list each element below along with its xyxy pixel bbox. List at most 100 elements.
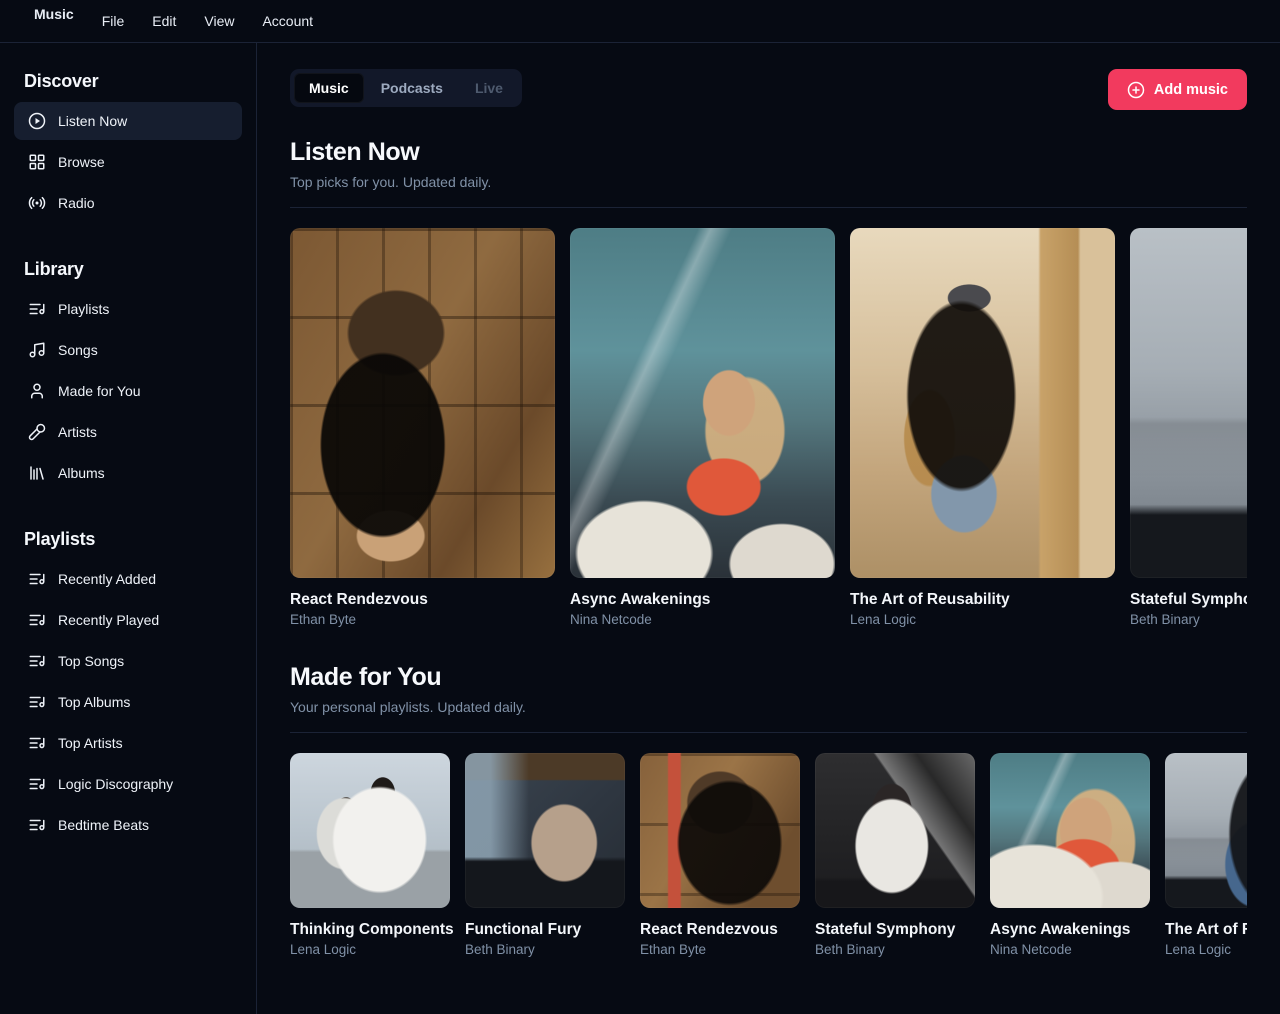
- album-title: The Art of Reusability: [1165, 921, 1247, 939]
- album-card-react-rendezvous[interactable]: React RendezvousEthan Byte: [640, 753, 800, 957]
- sidebar-item-label: Artists: [58, 424, 97, 440]
- sidebar-item-browse[interactable]: Browse: [14, 143, 242, 181]
- separator: [290, 207, 1247, 208]
- sidebar: Discover Listen Now Browse Radio Library Play…: [0, 43, 257, 1014]
- sidebar-item-top-artists[interactable]: Top Artists: [14, 724, 242, 762]
- album-artist: Nina Netcode: [990, 942, 1150, 957]
- add-music-button[interactable]: Add music: [1108, 69, 1247, 110]
- list-music-icon: [28, 570, 46, 588]
- music-note-icon: [28, 341, 46, 359]
- add-music-label: Add music: [1154, 82, 1228, 98]
- made-for-you-section: Made for You Your personal playlists. Up…: [290, 663, 1247, 957]
- menu-item-account[interactable]: Account: [248, 7, 327, 35]
- album-artist: Ethan Byte: [290, 612, 555, 627]
- sidebar-item-recently-added[interactable]: Recently Added: [14, 560, 242, 598]
- tabs-list: MusicPodcastsLive: [290, 69, 522, 107]
- album-title: Async Awakenings: [570, 591, 835, 609]
- tab-podcasts[interactable]: Podcasts: [366, 73, 458, 103]
- album-artist: Lena Logic: [1165, 942, 1247, 957]
- sidebar-item-top-albums[interactable]: Top Albums: [14, 683, 242, 721]
- sidebar-heading-discover: Discover: [24, 71, 232, 92]
- album-art-white-duo[interactable]: [290, 753, 450, 908]
- album-title: React Rendezvous: [640, 921, 800, 939]
- sidebar-item-label: Recently Played: [58, 612, 159, 628]
- sidebar-item-top-songs[interactable]: Top Songs: [14, 642, 242, 680]
- album-title: Async Awakenings: [990, 921, 1150, 939]
- list-music-icon: [28, 300, 46, 318]
- sidebar-item-radio[interactable]: Radio: [14, 184, 242, 222]
- album-art-street-guitarist[interactable]: [1130, 228, 1247, 578]
- sidebar-item-label: Top Songs: [58, 653, 124, 669]
- main-content: MusicPodcastsLive Add music Listen Now T…: [257, 43, 1280, 1014]
- tab-music[interactable]: Music: [294, 73, 364, 103]
- sidebar-item-logic-discography[interactable]: Logic Discography: [14, 765, 242, 803]
- album-title: Stateful Symphony: [1130, 591, 1247, 609]
- play-circle-icon: [28, 112, 46, 130]
- menu-item-music[interactable]: Music: [20, 0, 88, 42]
- album-art-trumpet-chair[interactable]: [815, 753, 975, 908]
- menubar: MusicFileEditViewAccount: [0, 0, 1280, 43]
- music-app-window: MusicFileEditViewAccount DiscoverListen …: [0, 0, 1280, 1014]
- album-art-street-guitarist[interactable]: [1165, 753, 1247, 908]
- album-art-window-girl[interactable]: [570, 228, 835, 578]
- menu-item-view[interactable]: View: [190, 7, 248, 35]
- sidebar-item-made-for-you[interactable]: Made for You: [14, 372, 242, 410]
- sidebar-item-label: Logic Discography: [58, 776, 173, 792]
- album-art-piano-room[interactable]: [465, 753, 625, 908]
- made-for-you-title: Made for You: [290, 663, 1247, 692]
- album-card-functional-fury[interactable]: Functional FuryBeth Binary: [465, 753, 625, 957]
- menu-item-edit[interactable]: Edit: [138, 7, 190, 35]
- sidebar-item-label: Top Artists: [58, 735, 123, 751]
- list-music-icon: [28, 693, 46, 711]
- album-art-shelf-girl[interactable]: [640, 753, 800, 908]
- album-artist: Nina Netcode: [570, 612, 835, 627]
- sidebar-item-playlists[interactable]: Playlists: [14, 290, 242, 328]
- listen-now-section: Listen Now Top picks for you. Updated da…: [290, 138, 1247, 627]
- listen-now-title: Listen Now: [290, 138, 1247, 167]
- sidebar-item-bedtime-beats[interactable]: Bedtime Beats: [14, 806, 242, 844]
- sidebar-item-label: Recently Added: [58, 571, 156, 587]
- sidebar-item-label: Songs: [58, 342, 98, 358]
- album-card-the-art-of-reusability[interactable]: The Art of ReusabilityLena Logic: [850, 228, 1115, 627]
- user-icon: [28, 382, 46, 400]
- list-music-icon: [28, 652, 46, 670]
- toolbar: MusicPodcastsLive Add music: [290, 69, 1247, 110]
- sidebar-heading-library: Library: [24, 259, 232, 280]
- menu-item-file[interactable]: File: [88, 7, 139, 35]
- sidebar-item-label: Browse: [58, 154, 105, 170]
- album-card-async-awakenings[interactable]: Async Awakenings Nina Netcode: [570, 228, 835, 627]
- list-music-icon: [28, 611, 46, 629]
- sidebar-heading-playlists: Playlists: [24, 529, 232, 550]
- sidebar-item-songs[interactable]: Songs: [14, 331, 242, 369]
- album-card-stateful-symphony[interactable]: Stateful SymphonyBeth Binary: [1130, 228, 1247, 627]
- plus-circle-icon: [1127, 81, 1145, 99]
- album-title: Stateful Symphony: [815, 921, 975, 939]
- album-art-sax-player[interactable]: [850, 228, 1115, 578]
- sidebar-item-artists[interactable]: Artists: [14, 413, 242, 451]
- sidebar-item-label: Top Albums: [58, 694, 130, 710]
- list-music-icon: [28, 816, 46, 834]
- album-art-notebook-girl[interactable]: [290, 228, 555, 578]
- album-card-the-art-of-reusability[interactable]: The Art of Reusability Lena Logic: [1165, 753, 1247, 957]
- library-icon: [28, 464, 46, 482]
- sidebar-item-listen-now[interactable]: Listen Now: [14, 102, 242, 140]
- sidebar-item-label: Radio: [58, 195, 95, 211]
- album-card-stateful-symphony[interactable]: Stateful Symphony Beth Binary: [815, 753, 975, 957]
- sidebar-item-label: Playlists: [58, 301, 109, 317]
- sidebar-item-recently-played[interactable]: Recently Played: [14, 601, 242, 639]
- album-art-window-girl[interactable]: [990, 753, 1150, 908]
- sidebar-item-label: Albums: [58, 465, 105, 481]
- radio-icon: [28, 194, 46, 212]
- album-title: React Rendezvous: [290, 591, 555, 609]
- album-card-thinking-components[interactable]: Thinking Components Lena Logic: [290, 753, 450, 957]
- album-title: Thinking Components: [290, 921, 450, 939]
- sidebar-item-albums[interactable]: Albums: [14, 454, 242, 492]
- tab-live: Live: [460, 73, 518, 103]
- list-music-icon: [28, 775, 46, 793]
- album-title: The Art of Reusability: [850, 591, 1115, 609]
- album-card-async-awakenings[interactable]: Async Awakenings Nina Netcode: [990, 753, 1150, 957]
- sidebar-section-discover: Discover Listen Now Browse Radio: [0, 57, 256, 235]
- album-artist: Lena Logic: [290, 942, 450, 957]
- album-card-react-rendezvous[interactable]: React Rendezvous Ethan Byte: [290, 228, 555, 627]
- album-artist: Beth Binary: [815, 942, 975, 957]
